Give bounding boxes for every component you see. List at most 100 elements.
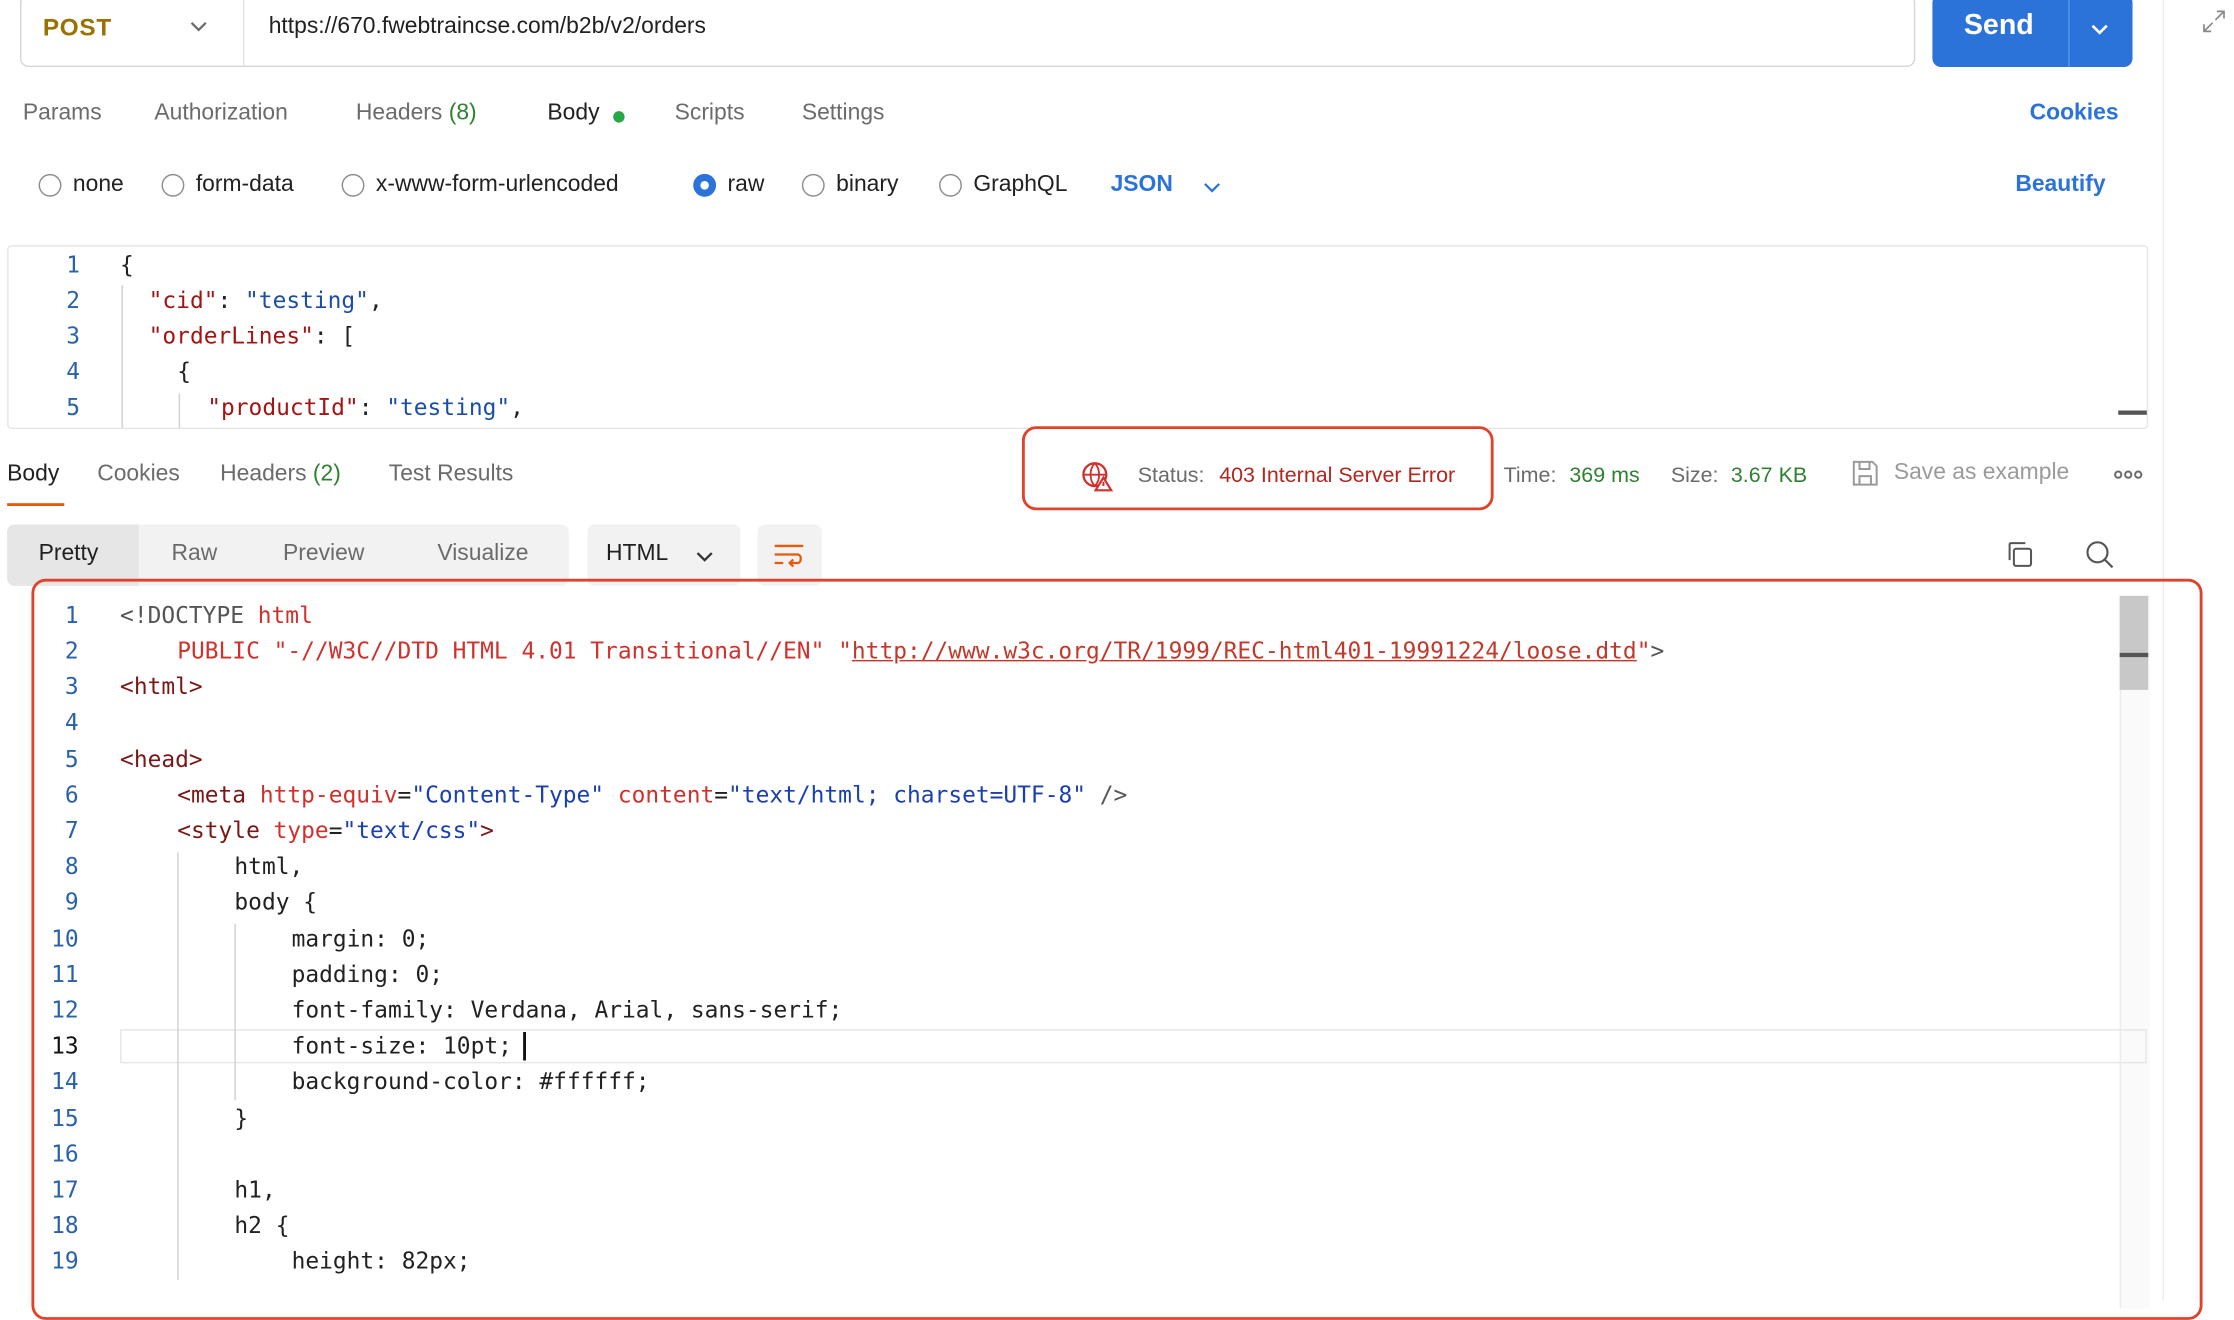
line-number: 14 [51,1067,79,1095]
indent-guide [121,285,123,428]
time-value[interactable]: 369 ms [1569,463,1639,487]
radio-graphql-label[interactable]: GraphQL [973,172,1067,198]
line-number: 15 [51,1104,79,1132]
url-input[interactable]: https://670.fwebtraincse.com/b2b/v2/orde… [269,14,706,40]
method-select[interactable]: POST [43,14,112,43]
active-tab-underline [7,503,65,507]
url-divider [242,0,245,66]
code-line: "orderLines": [ [148,322,356,350]
view-raw-button[interactable]: Raw [172,542,218,568]
chevron-down-icon[interactable] [693,542,716,571]
line-number: 8 [64,852,79,880]
save-as-example-button[interactable]: Save as example [1894,460,2069,486]
response-tab-test-results[interactable]: Test Results [389,462,514,488]
tab-headers-label: Headers [355,101,443,126]
tab-body[interactable]: Body [547,101,599,127]
line-number: 11 [51,960,79,988]
code-line: <html> [120,672,203,700]
line-number: 17 [51,1175,79,1204]
tab-params[interactable]: Params [23,101,102,127]
code-line: h1, [234,1175,276,1204]
response-scrollbar[interactable] [2119,595,2150,1309]
radio-urlencoded-label[interactable]: x-www-form-urlencoded [376,172,619,198]
wrap-lines-icon[interactable] [772,537,806,571]
scrollbar-handle[interactable] [2119,652,2149,658]
radio-none[interactable] [38,173,62,197]
scrollbar-handle[interactable] [2118,410,2147,415]
chevron-down-icon[interactable] [1201,172,1224,201]
line-number: 4 [64,708,79,736]
size-label: Size: [1670,463,1719,488]
chevron-down-icon[interactable] [187,11,210,40]
code-line: margin: 0; [291,925,430,953]
code-line: font-family: Verdana, Arial, sans-serif; [291,996,843,1024]
send-button-label[interactable]: Send [1964,10,2034,43]
cookies-link[interactable]: Cookies [2030,101,2119,127]
code-line: background-color: #ffffff; [291,1067,650,1095]
response-tab-body[interactable]: Body [7,462,59,488]
line-number: 16 [51,1140,79,1168]
response-tab-headers[interactable]: Headers (2) [220,462,341,488]
code-line: <meta http-equiv="Content-Type" content=… [177,781,1128,809]
indent-guide [178,393,181,428]
radio-urlencoded[interactable] [341,173,365,197]
body-format-select[interactable]: JSON [1111,172,1173,198]
view-preview-button[interactable]: Preview [283,542,364,568]
beautify-button[interactable]: Beautify [2015,172,2105,198]
tab-settings[interactable]: Settings [802,101,885,127]
scrollbar-thumb[interactable] [2119,595,2149,690]
code-line: height: 82px; [291,1247,471,1275]
radio-form-data[interactable] [161,173,185,197]
status-value[interactable]: 403 Internal Server Error [1219,463,1455,487]
radio-none-label[interactable]: none [73,172,124,198]
globe-error-icon [1082,462,1114,492]
collapse-arrows-icon[interactable] [2201,9,2227,35]
view-pretty-label[interactable]: Pretty [39,542,99,568]
radio-form-data-label[interactable]: form-data [196,172,294,198]
response-tab-cookies[interactable]: Cookies [97,462,180,488]
code-line: <head> [120,745,203,773]
indent-guide [234,923,236,1101]
radio-binary-label[interactable]: binary [836,172,898,198]
code-line: <style type="text/css"> [177,816,494,844]
code-line: PUBLIC "-//W3C//DTD HTML 4.01 Transition… [177,637,1665,665]
radio-binary[interactable] [801,173,825,197]
radio-graphql[interactable] [939,173,962,197]
code-line: body { [234,888,318,916]
size-value[interactable]: 3.67 KB [1731,463,1807,487]
copy-icon[interactable] [2004,539,2035,570]
code-line: { [177,357,192,385]
code-line: "productId": "testing", [207,393,524,421]
tab-authorization[interactable]: Authorization [154,101,287,127]
text-caret [523,1031,526,1061]
line-number: 2 [66,286,81,314]
more-options-icon[interactable] [2113,462,2144,488]
line-number: 5 [66,393,81,421]
line-number: 7 [64,816,79,844]
search-icon[interactable] [2084,539,2115,570]
code-line: h2 { [234,1211,290,1239]
code-line: "cid": "testing", [148,286,383,314]
radio-raw-label[interactable]: raw [728,172,765,198]
tab-scripts[interactable]: Scripts [675,101,745,127]
line-number: 19 [51,1247,79,1275]
view-visualize-button[interactable]: Visualize [437,542,528,568]
line-number: 4 [66,357,81,385]
line-number: 18 [51,1211,79,1239]
time-label: Time: [1503,463,1557,488]
tab-headers[interactable]: Headers (8) [356,101,477,127]
line-number: 6 [64,781,79,809]
send-options-chevron-icon[interactable] [2088,14,2111,43]
line-number-current: 13 [51,1031,79,1060]
save-icon[interactable] [1850,458,1881,489]
code-line: } [234,1104,249,1132]
status-label: Status: [1137,463,1205,488]
line-number: 1 [66,250,81,278]
response-format-label[interactable]: HTML [606,542,668,568]
dtd-link[interactable]: http://www.w3c.org/TR/1999/REC-html401-1… [852,637,1637,664]
send-divider [2068,0,2070,67]
code-line: <!DOCTYPE html [120,601,313,629]
radio-raw[interactable] [693,173,717,197]
body-modified-indicator [613,111,625,123]
code-line: html, [234,852,304,880]
